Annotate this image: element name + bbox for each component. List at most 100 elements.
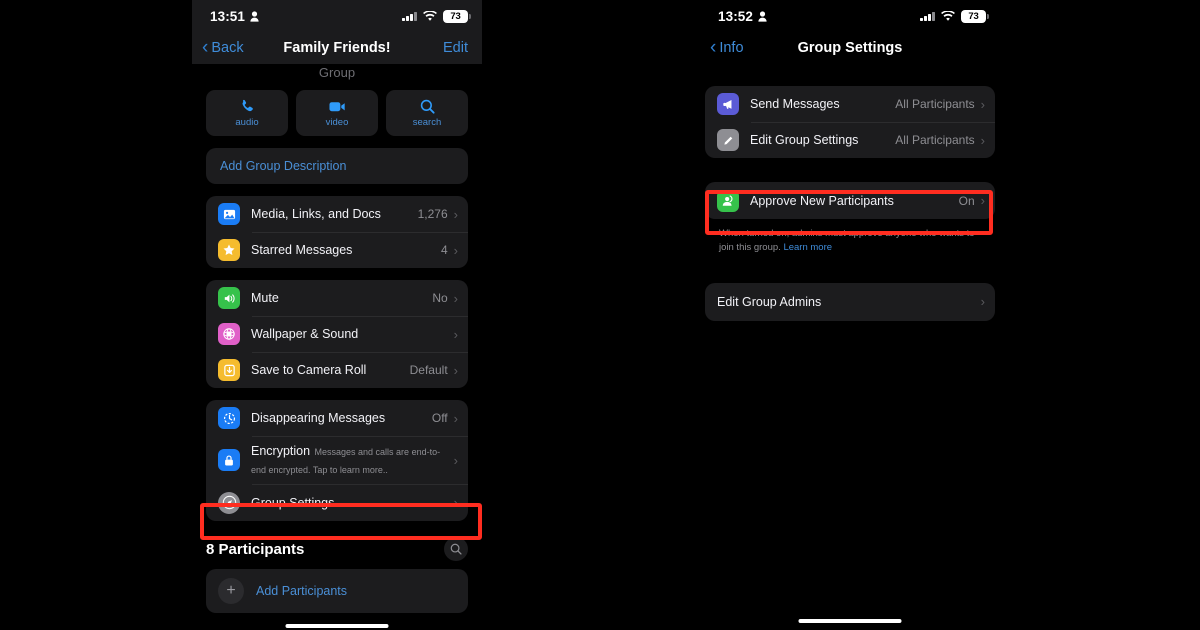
video-call-button[interactable]: video (296, 90, 378, 136)
row-value: On (958, 193, 975, 208)
row-title: Approve New Participants (750, 193, 894, 208)
row-edit-group-settings[interactable]: Edit Group Settings All Participants › (705, 122, 995, 158)
row-value: 4 (440, 243, 448, 257)
add-participants-row[interactable]: + Add Participants (206, 569, 468, 613)
chevron-right-icon: › (453, 206, 458, 222)
chevron-right-icon: › (453, 362, 458, 378)
nav-bar-left: ‹ Back Family Friends! Edit (192, 32, 482, 64)
audio-call-button[interactable]: audio (206, 90, 288, 136)
right-content: Send Messages All Participants › Edit Gr… (700, 86, 1000, 321)
search-button[interactable]: search (386, 90, 468, 136)
battery-indicator: 73 (443, 9, 471, 23)
battery-indicator: 73 (961, 9, 989, 23)
add-group-description-link[interactable]: Add Group Description (206, 148, 468, 184)
nav-bar-right: ‹ Info Group Settings (700, 32, 1000, 64)
row-title: Media, Links, and Docs (251, 207, 381, 221)
add-participants-label: Add Participants (256, 584, 348, 598)
row-mute[interactable]: Mute No › (206, 280, 468, 316)
row-title: Wallpaper & Sound (251, 327, 359, 341)
row-group-settings[interactable]: Group Settings › (206, 484, 468, 521)
approve-note: When turned on, admins must approve anyo… (705, 219, 995, 255)
status-bar-left: 13:51 73 (192, 0, 482, 32)
lock-icon (218, 449, 240, 471)
status-indicators: 73 (920, 9, 989, 23)
wallpaper-icon (218, 323, 240, 345)
page-title: Group Settings (797, 40, 903, 56)
right-phone-screen: 13:52 73 ‹ Info Group Settings Send Mess… (700, 0, 1000, 630)
search-label: search (412, 117, 442, 128)
wifi-icon (423, 10, 437, 22)
row-main: Group Settings (251, 494, 454, 512)
chevron-right-icon: › (980, 193, 985, 208)
quick-actions: audio video search (192, 80, 482, 136)
add-group-description-card[interactable]: Add Group Description (206, 148, 468, 184)
permissions-card: Send Messages All Participants › Edit Gr… (705, 86, 995, 158)
row-title: Disappearing Messages (251, 411, 386, 425)
approve-note-text: When turned on, admins must approve anyo… (719, 228, 975, 253)
approve-new-participants-card[interactable]: Approve New Participants On › (705, 182, 995, 219)
approve-participants-icon (717, 189, 739, 212)
back-button[interactable]: ‹ Back (202, 36, 244, 58)
row-value: All Participants (895, 133, 975, 147)
group-subtitle: Group (318, 65, 356, 80)
status-time: 13:51 (210, 8, 246, 24)
home-indicator-left (285, 624, 389, 628)
audio-call-label: audio (235, 117, 259, 128)
photos-icon (218, 203, 240, 225)
chevron-right-icon: › (453, 410, 458, 426)
row-send-messages[interactable]: Send Messages All Participants › (705, 86, 995, 122)
plus-icon: + (218, 578, 244, 604)
video-camera-icon (328, 98, 346, 115)
chevron-left-icon: ‹ (202, 36, 209, 58)
chevron-right-icon: › (980, 132, 985, 148)
row-value: Off (431, 411, 448, 425)
gear-icon (218, 491, 240, 514)
screenshot-stage: 13:51 73 ‹ Back Family Friends! Edit Gro… (0, 0, 1200, 630)
download-icon (218, 359, 240, 381)
row-encryption[interactable]: Encryption Messages and calls are end-to… (206, 436, 468, 484)
row-disappearing-messages[interactable]: Disappearing Messages Off › (206, 400, 468, 436)
row-value: 1,276 (417, 207, 448, 221)
row-value: No (432, 291, 448, 305)
row-media-links-docs[interactable]: Media, Links, and Docs 1,276 › (206, 196, 468, 232)
left-phone-screen: 13:51 73 ‹ Back Family Friends! Edit Gro… (192, 0, 482, 630)
row-title: Encryption (251, 444, 311, 458)
edit-group-admins-card[interactable]: Edit Group Admins › (705, 282, 995, 321)
chevron-right-icon: › (453, 290, 458, 306)
status-indicators: 73 (402, 9, 471, 23)
chevron-right-icon: › (980, 294, 985, 310)
home-indicator-right (798, 619, 902, 623)
row-main: Save to Camera Roll (251, 361, 410, 379)
row-title: Starred Messages (251, 243, 353, 257)
row-main: Starred Messages (251, 241, 441, 259)
row-starred-messages[interactable]: Starred Messages 4 › (206, 232, 468, 268)
row-main: Edit Group Admins (717, 293, 981, 311)
participants-header: 8 Participants (192, 521, 482, 569)
row-main: Mute (251, 289, 432, 307)
chevron-right-icon: › (453, 452, 458, 468)
timer-icon (218, 407, 240, 429)
cellular-signal-icon (920, 11, 935, 21)
star-icon (218, 239, 240, 261)
participants-search-button[interactable] (444, 537, 468, 561)
row-approve-new-participants[interactable]: Approve New Participants On › (705, 182, 995, 219)
wifi-icon (941, 10, 955, 22)
edit-button[interactable]: Edit (443, 40, 468, 56)
row-main: Wallpaper & Sound (251, 325, 448, 343)
learn-more-link[interactable]: Learn more (783, 242, 832, 253)
participants-count: 8 Participants (206, 540, 305, 558)
status-time: 13:52 (718, 8, 754, 24)
row-title: Edit Group Settings (750, 133, 859, 147)
cellular-signal-icon (402, 11, 417, 21)
back-label: Info (719, 40, 744, 56)
row-edit-group-admins[interactable]: Edit Group Admins › (705, 283, 995, 321)
speaker-icon (218, 287, 240, 309)
status-bar-right: 13:52 73 (700, 0, 1000, 32)
info-back-button[interactable]: ‹ Info (710, 38, 744, 57)
row-save-to-camera-roll[interactable]: Save to Camera Roll Default › (206, 352, 468, 388)
row-wallpaper-sound[interactable]: Wallpaper & Sound › (206, 316, 468, 352)
row-title: Mute (251, 291, 279, 305)
row-main: Send Messages (750, 95, 895, 113)
add-participants-card[interactable]: + Add Participants (206, 569, 468, 613)
back-label: Back (211, 40, 244, 56)
